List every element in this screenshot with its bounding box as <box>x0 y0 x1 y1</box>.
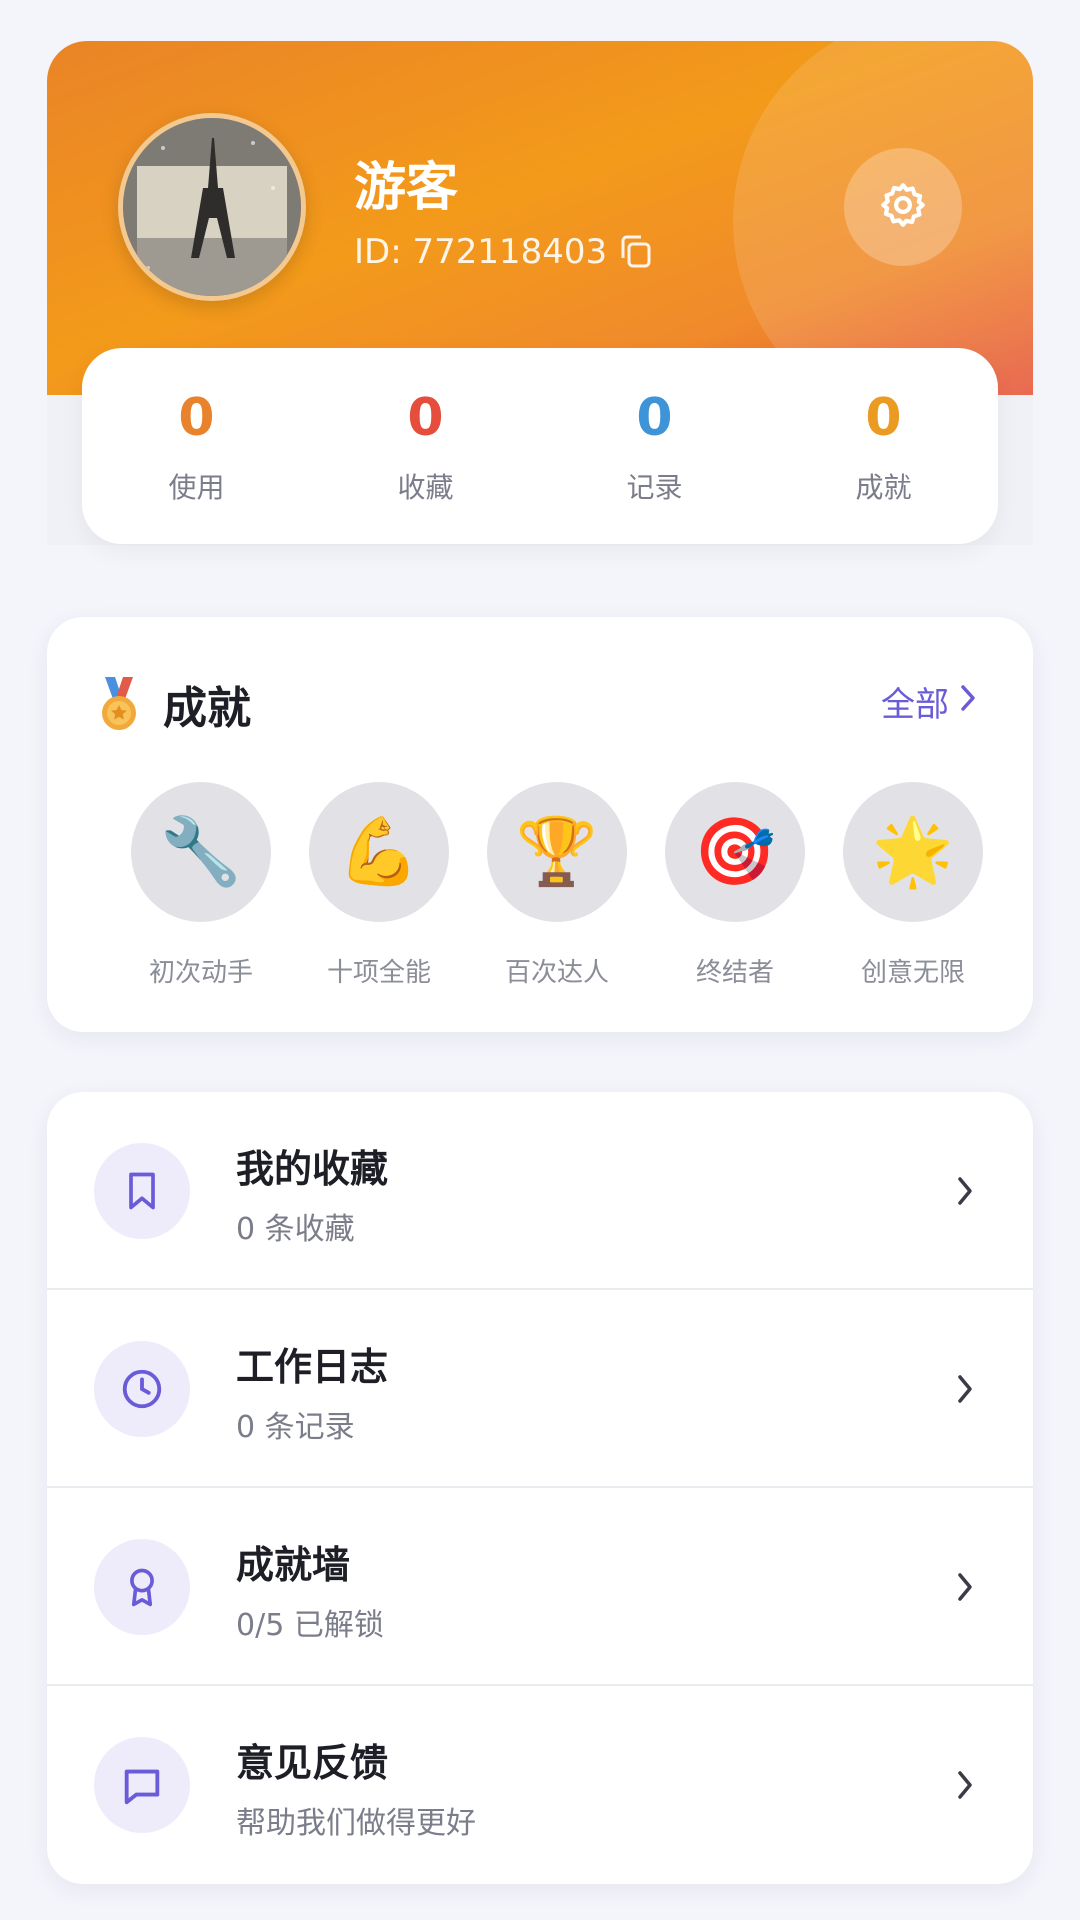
stat-favorites[interactable]: 0 收藏 <box>311 348 540 544</box>
stat-label: 记录 <box>626 471 683 504</box>
copy-icon[interactable] <box>619 234 653 270</box>
bookmark-icon <box>94 1143 190 1239</box>
view-all-label: 全部 <box>881 685 949 725</box>
award-icon <box>94 1539 190 1635</box>
menu-subtitle: 0 条记录 <box>236 1410 355 1445</box>
muscle-icon: 💪 <box>309 782 449 922</box>
badge-label: 终结者 <box>695 958 774 988</box>
badge-list: 🔧 初次动手 💪 十项全能 🏆 百次达人 🎯 终结者 🌟 创意无限 <box>112 782 1002 989</box>
menu-item-favorites[interactable]: 我的收藏 0 条收藏 <box>47 1092 1033 1290</box>
badge-label: 创意无限 <box>860 958 965 988</box>
stat-value: 0 <box>407 388 444 448</box>
menu-title: 成就墙 <box>236 1543 351 1587</box>
gear-icon <box>878 180 928 234</box>
user-name: 游客 <box>354 158 459 218</box>
chevron-right-icon <box>955 1768 975 1806</box>
badge-item[interactable]: 🎯 终结者 <box>646 782 824 989</box>
badge-label: 百次达人 <box>504 958 609 988</box>
badge-item[interactable]: 🏆 百次达人 <box>468 782 646 989</box>
stat-usage[interactable]: 0 使用 <box>82 348 311 544</box>
chevron-right-icon <box>955 1570 975 1608</box>
user-id: ID: 772118403 <box>354 232 608 272</box>
stats-card: 0 使用 0 收藏 0 记录 0 成就 <box>82 348 998 544</box>
badge-item[interactable]: 🌟 创意无限 <box>824 782 1002 989</box>
target-icon: 🎯 <box>665 782 805 922</box>
chevron-right-icon <box>955 1174 975 1212</box>
view-all-link[interactable]: 全部 <box>881 677 977 726</box>
badge-item[interactable]: 🔧 初次动手 <box>112 782 290 989</box>
stat-label: 使用 <box>168 471 225 504</box>
achievements-header: 成就 <box>99 672 251 736</box>
star-icon: 🌟 <box>843 782 983 922</box>
menu-item-work-log[interactable]: 工作日志 0 条记录 <box>47 1290 1033 1488</box>
menu-subtitle: 0 条收藏 <box>236 1212 355 1247</box>
avatar[interactable] <box>118 113 306 301</box>
trophy-icon: 🏆 <box>487 782 627 922</box>
menu-subtitle: 0/5 已解锁 <box>236 1608 384 1643</box>
menu-title: 我的收藏 <box>236 1147 389 1191</box>
achievements-title: 成就 <box>163 683 251 734</box>
achievements-card: 成就 全部 🔧 初次动手 💪 十项全能 🏆 百次达人 🎯 终结者 🌟 创意无限 <box>47 617 1033 1032</box>
user-id-row: ID: 772118403 <box>354 232 653 272</box>
chevron-right-icon <box>955 1372 975 1410</box>
badge-label: 初次动手 <box>148 958 253 988</box>
badge-label: 十项全能 <box>326 958 431 988</box>
stat-value: 0 <box>636 388 673 448</box>
menu-title: 意见反馈 <box>236 1741 389 1785</box>
stat-value: 0 <box>865 388 902 448</box>
chevron-right-icon <box>949 682 977 722</box>
menu-card: 我的收藏 0 条收藏 工作日志 0 条记录 成就墙 0/5 已解锁 意见反馈 帮… <box>47 1092 1033 1884</box>
menu-item-achievement-wall[interactable]: 成就墙 0/5 已解锁 <box>47 1488 1033 1686</box>
menu-title: 工作日志 <box>236 1345 389 1389</box>
wrench-icon: 🔧 <box>131 782 271 922</box>
profile-page: 游客 ID: 772118403 0 使用 0 收藏 0 记录 0 成就 成就 … <box>0 0 1080 1920</box>
menu-subtitle: 帮助我们做得更好 <box>236 1806 476 1841</box>
clock-icon <box>94 1341 190 1437</box>
message-icon <box>94 1737 190 1833</box>
medal-icon <box>99 677 139 731</box>
stat-achievements[interactable]: 0 成就 <box>769 348 998 544</box>
stat-value: 0 <box>178 388 215 448</box>
stat-records[interactable]: 0 记录 <box>540 348 769 544</box>
stat-label: 成就 <box>855 471 912 504</box>
badge-item[interactable]: 💪 十项全能 <box>290 782 468 989</box>
settings-button[interactable] <box>844 148 962 266</box>
menu-item-feedback[interactable]: 意见反馈 帮助我们做得更好 <box>47 1686 1033 1884</box>
stat-label: 收藏 <box>397 471 454 504</box>
